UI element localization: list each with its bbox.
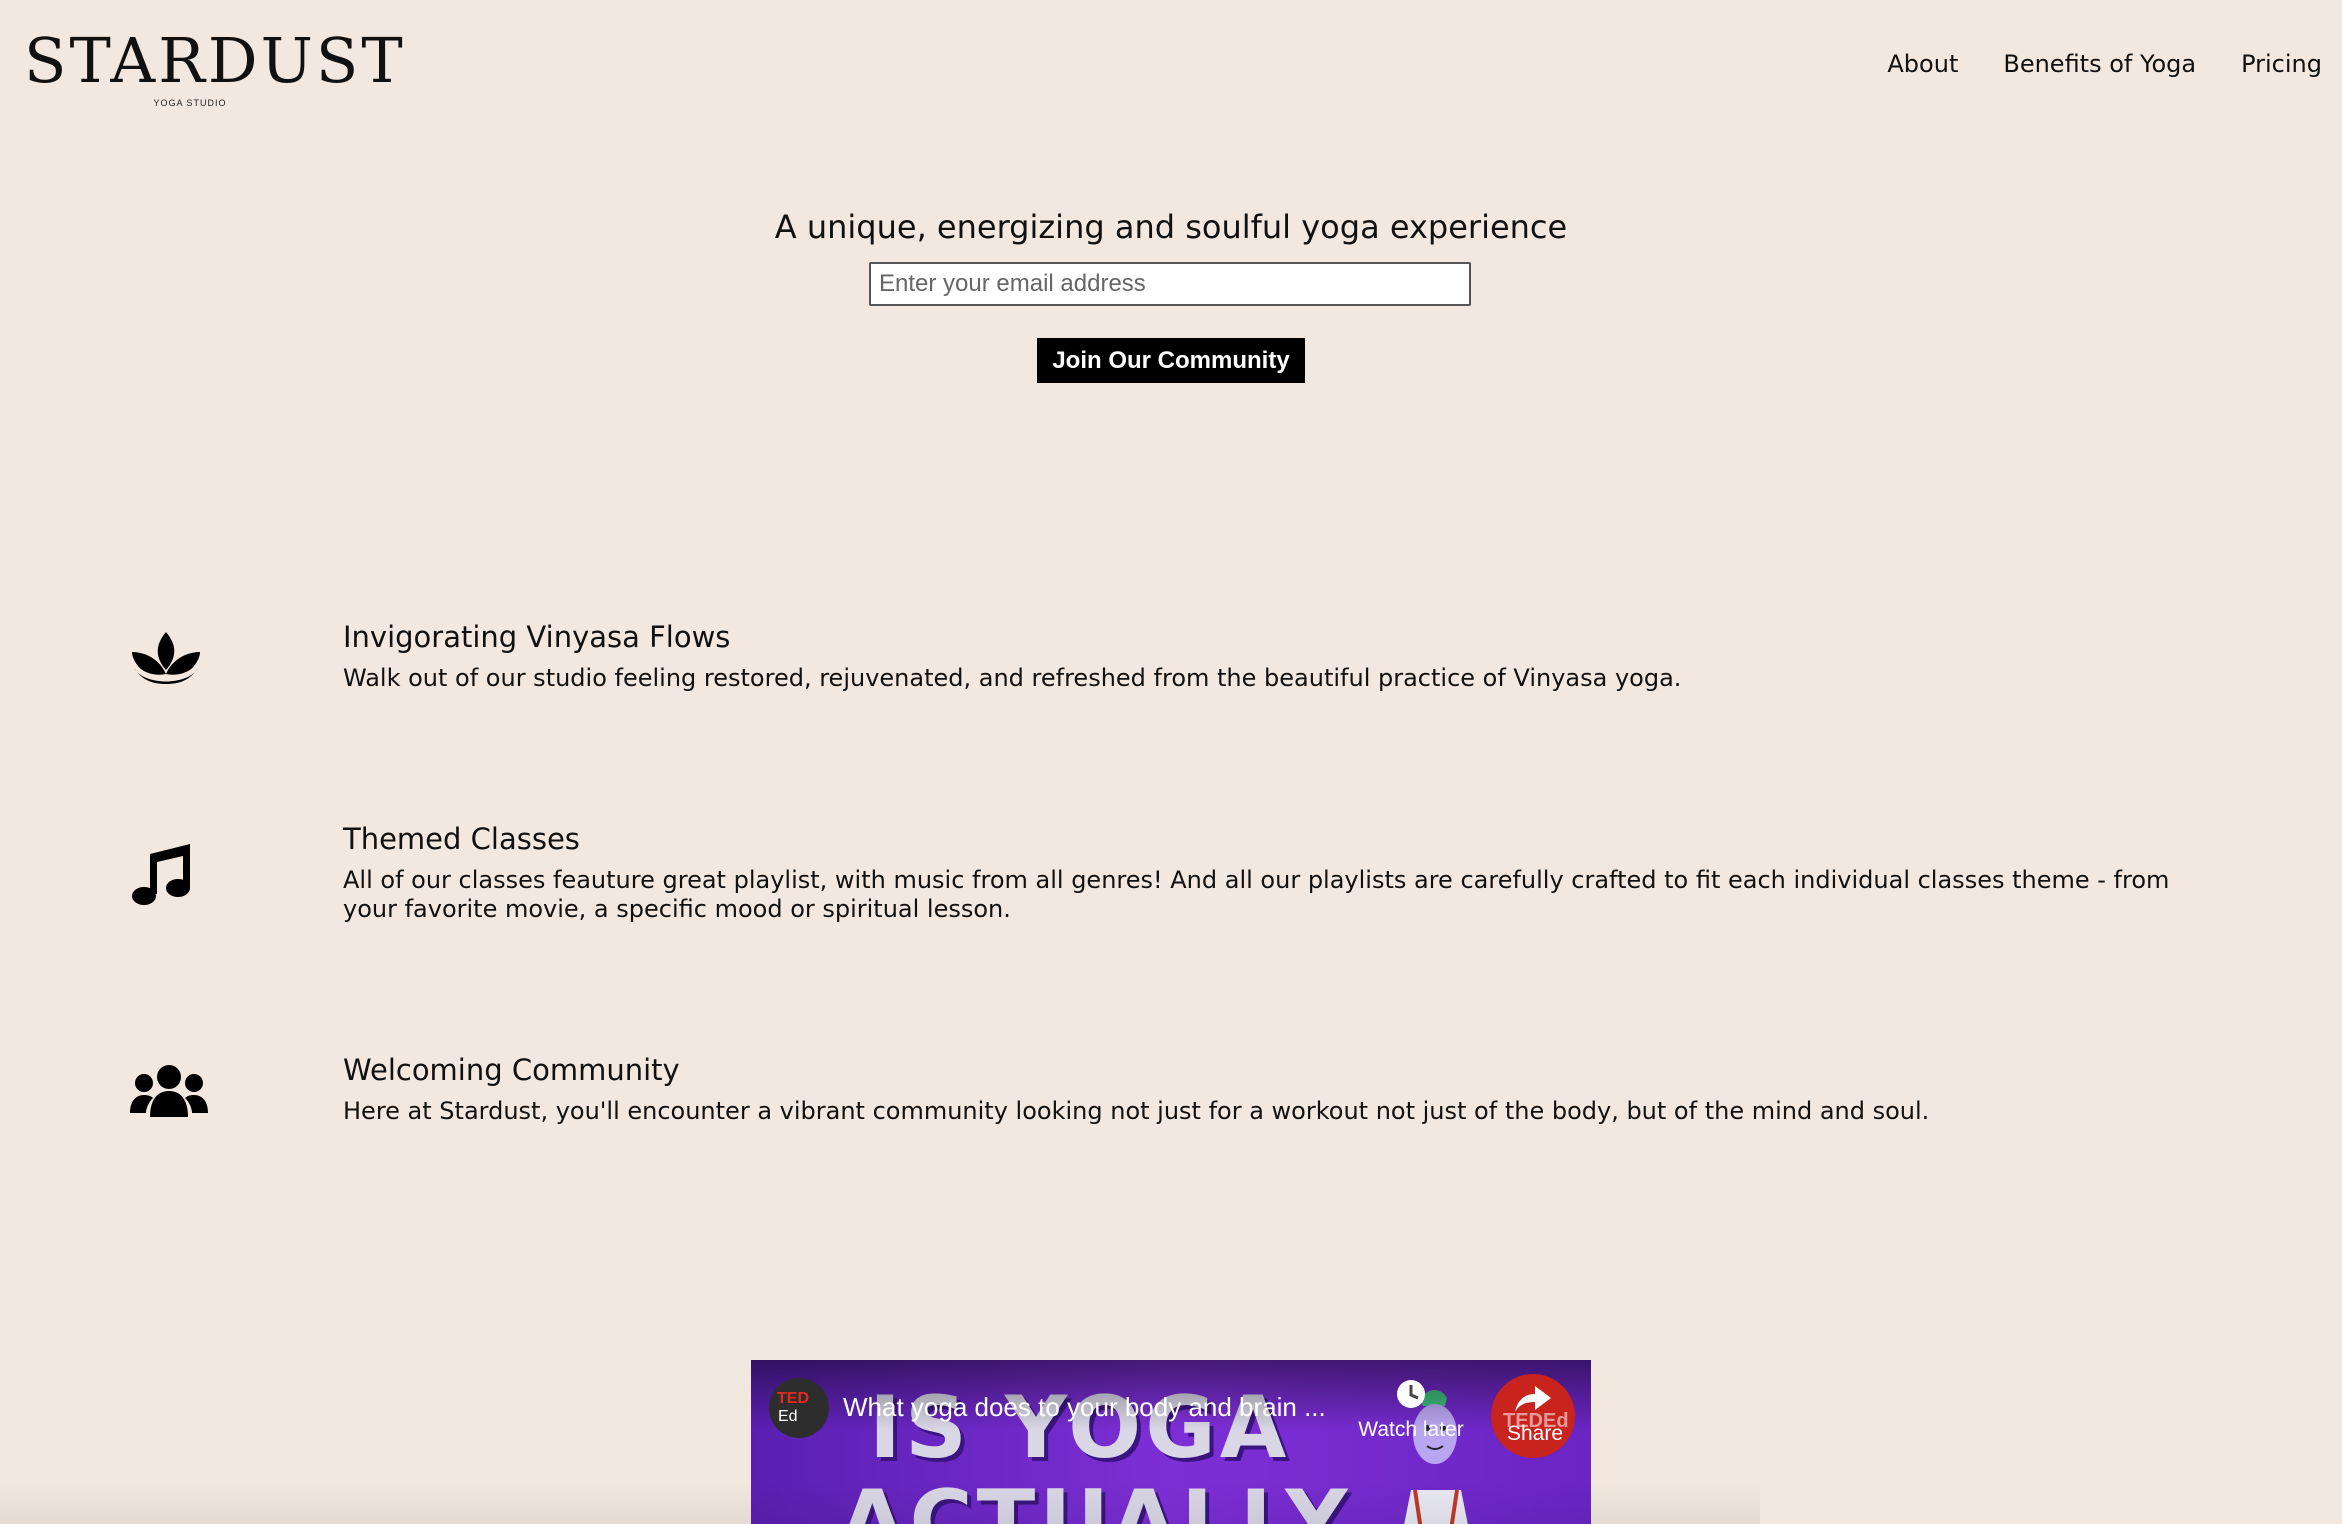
channel-badge-ted: TED	[777, 1390, 809, 1407]
email-field[interactable]	[869, 262, 1471, 306]
logo-subtext: YOGA STUDIO	[153, 98, 227, 108]
logo-wordmark: STARDUST	[24, 24, 406, 97]
feature-description: All of our classes feauture great playli…	[343, 866, 2170, 923]
hero-title: A unique, energizing and soulful yoga ex…	[774, 208, 1568, 246]
feature-description: Here at Stardust, you'll encounter a vib…	[343, 1097, 1930, 1125]
watch-later-label: Watch later	[1358, 1418, 1464, 1441]
feature-title: Themed Classes	[343, 822, 580, 856]
users-icon	[130, 1063, 208, 1123]
main-nav: About Benefits of Yoga Pricing	[1887, 50, 2322, 78]
feature-title: Invigorating Vinyasa Flows	[343, 620, 731, 654]
clock-icon	[1397, 1380, 1425, 1408]
youtube-video-embed[interactable]: IS YOGA ACTUALLY TED Ed What yoga does t…	[751, 1360, 1591, 1524]
lotus-icon	[130, 630, 202, 694]
join-community-button[interactable]: Join Our Community	[1037, 338, 1305, 383]
share-label: Share	[1506, 1422, 1564, 1445]
music-note-icon	[130, 842, 194, 910]
feature-title: Welcoming Community	[343, 1053, 680, 1087]
channel-badge-ed: Ed	[778, 1408, 798, 1425]
video-title[interactable]: What yoga does to your body and brain ..…	[843, 1392, 1326, 1423]
nav-pricing[interactable]: Pricing	[2241, 50, 2322, 78]
video-thumbnail-text-line2: ACTUALLY	[839, 1472, 1352, 1524]
channel-avatar[interactable]: TED Ed	[769, 1378, 829, 1438]
feature-description: Walk out of our studio feeling restored,…	[343, 664, 1682, 692]
watch-later-button[interactable]: Watch later	[1351, 1378, 1471, 1442]
stardust-logo[interactable]: STARDUST YOGA STUDIO	[24, 24, 406, 112]
nav-benefits-of-yoga[interactable]: Benefits of Yoga	[2003, 50, 2196, 78]
nav-about[interactable]: About	[1887, 50, 1958, 78]
